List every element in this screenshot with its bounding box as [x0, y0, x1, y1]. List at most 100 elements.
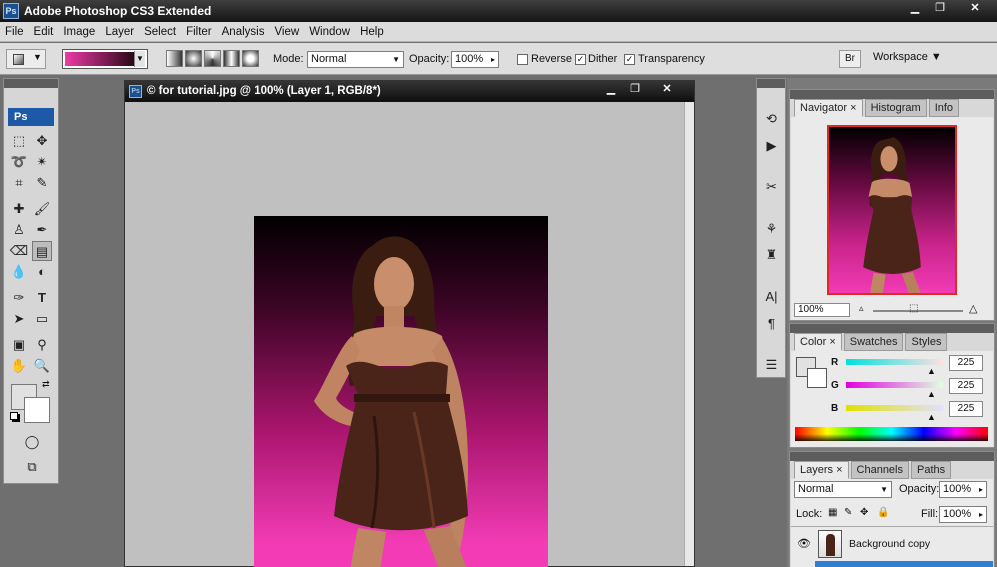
- shape-tool-icon[interactable]: ▭: [32, 309, 52, 329]
- tab-navigator[interactable]: Navigator ×: [794, 99, 863, 117]
- marquee-tool-icon[interactable]: ⬚: [9, 131, 29, 151]
- tool-presets-icon[interactable]: ✂: [762, 177, 781, 196]
- fill-input[interactable]: 100% ▸: [939, 506, 987, 523]
- panel-grip[interactable]: [790, 90, 994, 99]
- document-vertical-scrollbar[interactable]: [684, 102, 694, 566]
- layer-comps-icon[interactable]: ☰: [762, 355, 781, 374]
- quick-mask-icon[interactable]: ◯: [22, 432, 42, 452]
- angle-gradient-icon[interactable]: [204, 50, 221, 67]
- red-slider-thumb[interactable]: ▲: [927, 366, 936, 376]
- close-icon[interactable]: ✕: [657, 83, 677, 97]
- eraser-tool-icon[interactable]: ⌫: [9, 241, 29, 261]
- menu-image[interactable]: Image: [58, 22, 100, 42]
- notes-tool-icon[interactable]: ▣: [9, 335, 29, 355]
- gradient-tool-icon[interactable]: ▤: [32, 241, 52, 261]
- actions-panel-icon[interactable]: ▶: [762, 136, 781, 155]
- lock-all-icon[interactable]: 🔒: [877, 507, 889, 518]
- screen-mode-icon[interactable]: ⧉: [22, 457, 42, 477]
- opacity-input[interactable]: 100% ▸: [451, 51, 499, 68]
- move-tool-icon[interactable]: ✥: [32, 131, 52, 151]
- menu-analysis[interactable]: Analysis: [217, 22, 270, 42]
- photo-canvas[interactable]: [254, 216, 548, 567]
- brushes-panel-icon[interactable]: ⚘: [762, 219, 781, 238]
- crop-tool-icon[interactable]: ⌗: [9, 173, 29, 193]
- blend-mode-select[interactable]: Normal ▼: [794, 481, 892, 498]
- tool-preset-picker[interactable]: ▼: [6, 49, 46, 69]
- close-icon[interactable]: ✕: [960, 2, 990, 16]
- red-value-input[interactable]: 225: [949, 355, 983, 371]
- chevron-right-icon[interactable]: ▸: [491, 52, 495, 67]
- magic-wand-icon[interactable]: ✴: [32, 152, 52, 172]
- canvas-area[interactable]: [125, 102, 684, 567]
- menu-view[interactable]: View: [269, 22, 304, 42]
- toolbox-grip[interactable]: [4, 79, 58, 88]
- restore-icon[interactable]: ❐: [930, 2, 950, 16]
- eye-icon[interactable]: 👁: [797, 537, 811, 550]
- diamond-gradient-icon[interactable]: [242, 50, 259, 67]
- green-slider-thumb[interactable]: ▲: [927, 389, 936, 399]
- reverse-checkbox[interactable]: [517, 54, 528, 65]
- minimize-icon[interactable]: ▁: [905, 2, 925, 16]
- dock-grip[interactable]: [757, 79, 785, 88]
- reflected-gradient-icon[interactable]: [223, 50, 240, 67]
- tab-paths[interactable]: Paths: [911, 461, 952, 479]
- menu-file[interactable]: File: [0, 22, 29, 42]
- type-tool-icon[interactable]: T: [32, 288, 52, 308]
- tab-swatches[interactable]: Swatches: [843, 333, 904, 351]
- layer-opacity-input[interactable]: 100% ▸: [939, 481, 987, 498]
- path-selection-icon[interactable]: ➤: [9, 309, 29, 329]
- mode-select[interactable]: Normal ▼: [307, 51, 404, 68]
- hand-tool-icon[interactable]: ✋: [9, 356, 29, 376]
- clone-stamp-icon[interactable]: ♙: [9, 220, 29, 240]
- menu-filter[interactable]: Filter: [181, 22, 217, 42]
- tab-color[interactable]: Color ×: [794, 333, 842, 351]
- blur-tool-icon[interactable]: 💧: [9, 262, 29, 282]
- linear-gradient-icon[interactable]: [166, 50, 183, 67]
- chevron-right-icon[interactable]: ▸: [979, 482, 983, 497]
- chevron-down-icon[interactable]: ▼: [134, 51, 145, 67]
- clone-source-icon[interactable]: ♜: [762, 245, 781, 264]
- pen-tool-icon[interactable]: ✑: [9, 288, 29, 308]
- restore-icon[interactable]: ❐: [625, 83, 645, 97]
- menu-edit[interactable]: Edit: [29, 22, 59, 42]
- transparency-checkbox[interactable]: ✓: [624, 54, 635, 65]
- menu-help[interactable]: Help: [355, 22, 389, 42]
- panel-grip[interactable]: [790, 452, 994, 461]
- dither-checkbox[interactable]: ✓: [575, 54, 586, 65]
- green-value-input[interactable]: 225: [949, 378, 983, 394]
- zoom-tool-icon[interactable]: 🔍: [32, 356, 52, 376]
- swap-colors-icon[interactable]: ⇄: [42, 379, 50, 390]
- menu-select[interactable]: Select: [139, 22, 181, 42]
- eyedropper-icon[interactable]: ⚲: [32, 335, 52, 355]
- tab-styles[interactable]: Styles: [905, 333, 948, 351]
- history-panel-icon[interactable]: ⟲: [762, 109, 781, 128]
- document-title-bar[interactable]: Ps © for tutorial.jpg @ 100% (Layer 1, R…: [125, 81, 694, 102]
- workspace-button[interactable]: Workspace ▼: [873, 51, 942, 63]
- menu-layer[interactable]: Layer: [100, 22, 139, 42]
- blue-slider-thumb[interactable]: ▲: [927, 412, 936, 422]
- paragraph-panel-icon[interactable]: ¶: [762, 314, 781, 333]
- red-slider-track[interactable]: [846, 359, 943, 365]
- radial-gradient-icon[interactable]: [185, 50, 202, 67]
- background-color-swatch[interactable]: [24, 397, 50, 423]
- history-brush-icon[interactable]: ✒: [32, 220, 52, 240]
- lock-position-icon[interactable]: ✥: [860, 507, 868, 518]
- navigator-zoom-input[interactable]: 100%: [794, 303, 850, 317]
- character-panel-icon[interactable]: A|: [762, 287, 781, 306]
- dodge-tool-icon[interactable]: ◐: [32, 262, 52, 282]
- layer-row[interactable]: 👁 Background copy: [791, 526, 993, 560]
- zoom-slider-thumb[interactable]: ⬚: [909, 303, 918, 314]
- zoom-out-icon[interactable]: ▵: [859, 303, 864, 314]
- default-colors-icon[interactable]: [10, 412, 18, 420]
- tab-layers[interactable]: Layers ×: [794, 461, 849, 479]
- layer-row-selected[interactable]: [815, 561, 993, 567]
- zoom-in-icon[interactable]: △: [969, 302, 977, 315]
- slice-tool-icon[interactable]: ✎: [32, 173, 52, 193]
- gradient-picker[interactable]: ▼: [62, 49, 148, 69]
- green-slider-track[interactable]: [846, 382, 943, 388]
- color-spectrum-bar[interactable]: [795, 427, 988, 441]
- tab-channels[interactable]: Channels: [850, 461, 909, 479]
- lock-image-icon[interactable]: ✎: [844, 507, 852, 518]
- navigator-thumbnail[interactable]: [827, 125, 957, 295]
- bridge-icon[interactable]: Br: [839, 50, 861, 68]
